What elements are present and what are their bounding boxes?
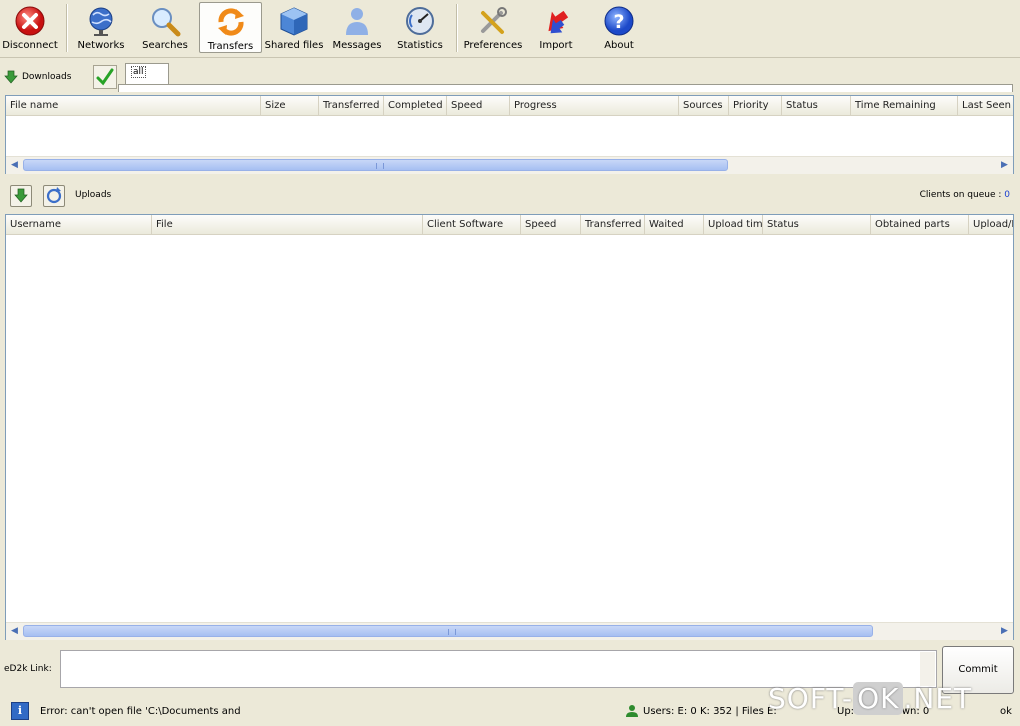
column-status[interactable]: Status [763, 215, 871, 234]
scroll-thumb[interactable] [23, 159, 728, 171]
networks-label: Networks [77, 40, 125, 51]
ed2k-link-label: eD2k Link: [4, 664, 52, 674]
uploads-label: Uploads [75, 190, 112, 200]
clients-on-queue: Clients on queue : 0 [920, 190, 1010, 200]
clients-on-queue-label: Clients on queue : [919, 190, 1002, 200]
checkmark-icon [96, 68, 114, 86]
downloads-horizontal-scrollbar[interactable]: ◀ ▶ [6, 156, 1013, 174]
info-icon[interactable]: i [11, 702, 29, 720]
searches-label: Searches [142, 40, 188, 51]
column-time-remaining[interactable]: Time Remaining [851, 96, 958, 115]
svg-text:?: ? [613, 11, 624, 33]
status-users-text: Users: E: 0 K: 352 | Files E: [643, 705, 777, 717]
column-username[interactable]: Username [6, 215, 152, 234]
messages-person-icon [346, 8, 368, 35]
downloads-filter-tab-all[interactable]: all [125, 63, 169, 85]
watermark-part3: .NET [903, 682, 973, 715]
scroll-right-arrow-icon[interactable]: ▶ [996, 157, 1013, 174]
magnifier-icon [152, 8, 181, 37]
column-sources[interactable]: Sources [679, 96, 729, 115]
transfers-label: Transfers [207, 41, 254, 52]
disconnect-icon [15, 6, 45, 36]
main-toolbar: Disconnect Networks Searches Transfers S… [0, 0, 1020, 58]
column-last-seen[interactable]: Last Seen [958, 96, 1013, 115]
status-users: Users: E: 0 K: 352 | Files E: [625, 704, 777, 718]
column-waited[interactable]: Waited [645, 215, 704, 234]
import-button[interactable]: Import [527, 2, 585, 53]
about-label: About [604, 40, 634, 51]
column-priority[interactable]: Priority [729, 96, 782, 115]
uploads-list[interactable]: Username File Client Software Speed Tran… [5, 214, 1014, 640]
commit-downloads-button[interactable] [93, 65, 117, 89]
watermark-part1: SOFT- [768, 682, 854, 715]
column-speed[interactable]: Speed [447, 96, 510, 115]
statistics-button[interactable]: Statistics [391, 2, 449, 53]
help-question-icon: ? [604, 6, 634, 36]
column-upload-download[interactable]: Upload/D [969, 215, 1013, 234]
column-file-name[interactable]: File name [6, 96, 261, 115]
status-extra: ok [1000, 706, 1012, 717]
scroll-thumb[interactable] [23, 625, 873, 637]
uploads-download-button[interactable] [10, 185, 32, 207]
downloads-toggle-button[interactable]: Downloads [4, 66, 71, 88]
globe-network-icon [89, 7, 113, 36]
column-transferred[interactable]: Transferred [581, 215, 645, 234]
statistics-label: Statistics [397, 40, 443, 51]
transfers-button[interactable]: Transfers [199, 2, 262, 53]
statistics-gauge-icon [406, 7, 434, 35]
messages-button[interactable]: Messages [328, 2, 386, 53]
shared-files-button[interactable]: Shared files [265, 2, 323, 53]
column-progress[interactable]: Progress [510, 96, 679, 115]
disconnect-button[interactable]: Disconnect [1, 2, 59, 53]
mldonkey-window: Disconnect Networks Searches Transfers S… [0, 0, 1020, 726]
about-button[interactable]: ? About [590, 2, 648, 53]
scroll-grip-icon [375, 163, 384, 169]
uploads-horizontal-scrollbar[interactable]: ◀ ▶ [6, 622, 1013, 640]
networks-button[interactable]: Networks [72, 2, 130, 53]
transfer-arrows-icon [217, 8, 244, 36]
watermark-part2: OK [853, 682, 904, 715]
clients-on-queue-value: 0 [1004, 190, 1010, 200]
scroll-right-arrow-icon[interactable]: ▶ [996, 623, 1013, 640]
uploads-bar: Uploads Clients on queue : 0 [0, 183, 1020, 211]
uploads-refresh-button[interactable] [43, 185, 65, 207]
scroll-left-arrow-icon[interactable]: ◀ [6, 623, 23, 640]
messages-label: Messages [332, 40, 382, 51]
shared-files-cube-icon [280, 7, 308, 36]
toolbar-separator [66, 4, 68, 52]
shared-files-label: Shared files [264, 40, 324, 51]
tab-strip [118, 84, 1013, 92]
scroll-left-arrow-icon[interactable]: ◀ [6, 157, 23, 174]
uploads-list-header: Username File Client Software Speed Tran… [6, 215, 1013, 235]
watermark: SOFT- OK .NET [768, 682, 972, 715]
column-obtained-parts[interactable]: Obtained parts [871, 215, 969, 234]
refresh-cycle-icon [46, 187, 62, 204]
searches-button[interactable]: Searches [136, 2, 194, 53]
toolbar-separator [456, 4, 458, 52]
import-arrows-icon [548, 10, 569, 34]
column-speed[interactable]: Speed [521, 215, 581, 234]
download-arrow-icon [4, 70, 18, 84]
column-status[interactable]: Status [782, 96, 851, 115]
status-message: Error: can't open file 'C:\Documents and [40, 706, 241, 717]
preferences-button[interactable]: Preferences [462, 2, 524, 53]
column-client-software[interactable]: Client Software [423, 215, 521, 234]
column-size[interactable]: Size [261, 96, 319, 115]
import-label: Import [539, 40, 573, 51]
downloads-list-header: File name Size Transferred Completed Spe… [6, 96, 1013, 116]
preferences-label: Preferences [463, 40, 523, 51]
users-icon [626, 705, 638, 717]
downloads-list[interactable]: File name Size Transferred Completed Spe… [5, 95, 1014, 174]
downloads-label: Downloads [22, 72, 72, 82]
tools-icon [481, 7, 507, 34]
column-upload-time[interactable]: Upload time [704, 215, 763, 234]
column-completed[interactable]: Completed [384, 96, 447, 115]
column-transferred[interactable]: Transferred [319, 96, 384, 115]
disconnect-label: Disconnect [2, 40, 58, 51]
column-file[interactable]: File [152, 215, 423, 234]
download-arrow-icon [14, 188, 28, 203]
filter-tab-label: all [131, 66, 146, 78]
ed2k-vertical-scrollbar[interactable] [920, 652, 935, 686]
scroll-grip-icon [448, 629, 456, 635]
